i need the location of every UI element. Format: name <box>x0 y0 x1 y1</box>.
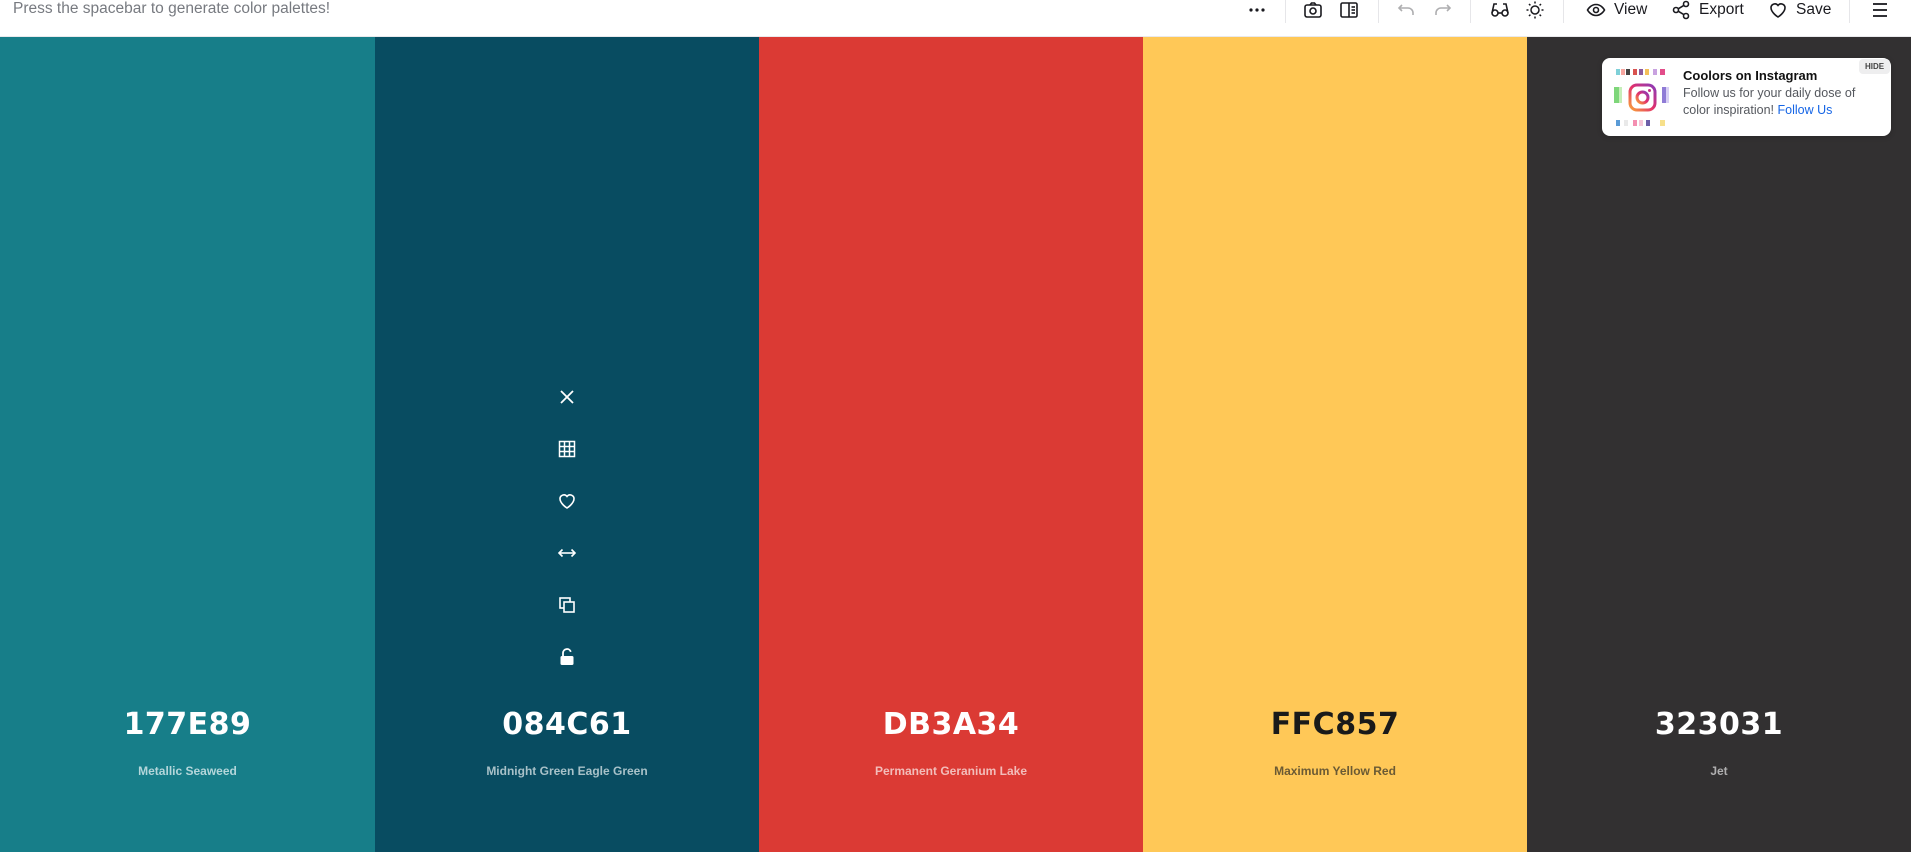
view-label: View <box>1614 1 1648 18</box>
hex-code[interactable]: 084C61 <box>375 707 759 742</box>
share-icon <box>1672 0 1690 20</box>
glasses-icon <box>1491 3 1509 17</box>
promo-description: Follow us for your daily dose of color i… <box>1683 85 1883 119</box>
color-name[interactable]: Midnight Green Eagle Green <box>375 764 759 778</box>
hex-code[interactable]: FFC857 <box>1143 707 1527 742</box>
color-swatch[interactable]: 177E89 Metallic Seaweed <box>0 37 375 852</box>
undo-icon <box>1397 4 1414 15</box>
hide-promo-button[interactable]: HIDE <box>1859 59 1890 74</box>
camera-icon <box>1304 2 1322 18</box>
toolbar-divider <box>1563 0 1564 23</box>
promo-title: Coolors on Instagram <box>1683 68 1818 83</box>
remove-color-button[interactable] <box>549 371 585 423</box>
swatch-toolbar <box>547 371 587 683</box>
spacebar-hint: Press the spacebar to generate color pal… <box>13 0 331 17</box>
heart-icon <box>559 494 575 509</box>
drag-color-button[interactable] <box>549 527 585 579</box>
follow-us-link[interactable]: Follow Us <box>1778 103 1833 117</box>
hex-code[interactable]: DB3A34 <box>759 707 1143 742</box>
save-button[interactable]: Save <box>1768 0 1831 20</box>
export-label: Export <box>1699 1 1744 18</box>
eye-icon <box>1586 3 1606 17</box>
color-swatch[interactable]: 084C61 Midnight Green Eagle Green <box>375 37 759 852</box>
redo-button[interactable] <box>1433 0 1453 20</box>
drag-arrows-icon <box>557 548 577 558</box>
toolbar-divider <box>1378 0 1379 23</box>
copy-hex-button[interactable] <box>549 579 585 631</box>
instagram-promo-card: Coolors on Instagram Follow us for your … <box>1602 58 1891 136</box>
color-name[interactable]: Permanent Geranium Lake <box>759 764 1143 778</box>
color-blindness-button[interactable] <box>1489 0 1511 20</box>
heart-icon <box>1770 3 1786 18</box>
screenshot-button[interactable] <box>1303 0 1323 20</box>
undo-button[interactable] <box>1396 0 1416 20</box>
toolbar-divider <box>1470 0 1471 23</box>
unlock-icon <box>560 648 574 665</box>
side-panel-button[interactable] <box>1339 0 1359 20</box>
toolbar-divider <box>1849 0 1850 23</box>
color-name[interactable]: Maximum Yellow Red <box>1143 764 1527 778</box>
hex-code[interactable]: 323031 <box>1527 707 1911 742</box>
view-button[interactable]: View <box>1586 0 1647 20</box>
hex-code[interactable]: 177E89 <box>0 707 375 742</box>
close-icon <box>560 390 574 404</box>
redo-icon <box>1435 4 1452 15</box>
copy-icon <box>559 597 575 613</box>
color-name[interactable]: Metallic Seaweed <box>0 764 375 778</box>
sun-icon <box>1526 1 1544 19</box>
hamburger-menu-icon <box>1873 3 1887 17</box>
color-palette: 177E89 Metallic Seaweed 084C61 Midnight … <box>0 37 1911 852</box>
grid-icon <box>558 440 576 458</box>
view-shades-button[interactable] <box>549 423 585 475</box>
color-name[interactable]: Jet <box>1527 764 1911 778</box>
top-toolbar: Press the spacebar to generate color pal… <box>0 0 1911 37</box>
toolbar-divider <box>1285 0 1286 23</box>
panel-icon <box>1340 2 1358 18</box>
lock-color-button[interactable] <box>549 631 585 683</box>
export-button[interactable]: Export <box>1671 0 1744 20</box>
main-menu-button[interactable] <box>1870 0 1890 20</box>
theme-toggle-button[interactable] <box>1525 0 1545 20</box>
more-horizontal-icon <box>1249 8 1265 12</box>
save-color-button[interactable] <box>549 475 585 527</box>
more-options-button[interactable] <box>1247 0 1267 20</box>
save-label: Save <box>1796 1 1832 18</box>
color-swatch[interactable]: 323031 Jet <box>1527 37 1911 852</box>
color-swatch[interactable]: FFC857 Maximum Yellow Red <box>1143 37 1527 852</box>
instagram-thumbnail <box>1612 67 1673 128</box>
color-swatch[interactable]: DB3A34 Permanent Geranium Lake <box>759 37 1143 852</box>
